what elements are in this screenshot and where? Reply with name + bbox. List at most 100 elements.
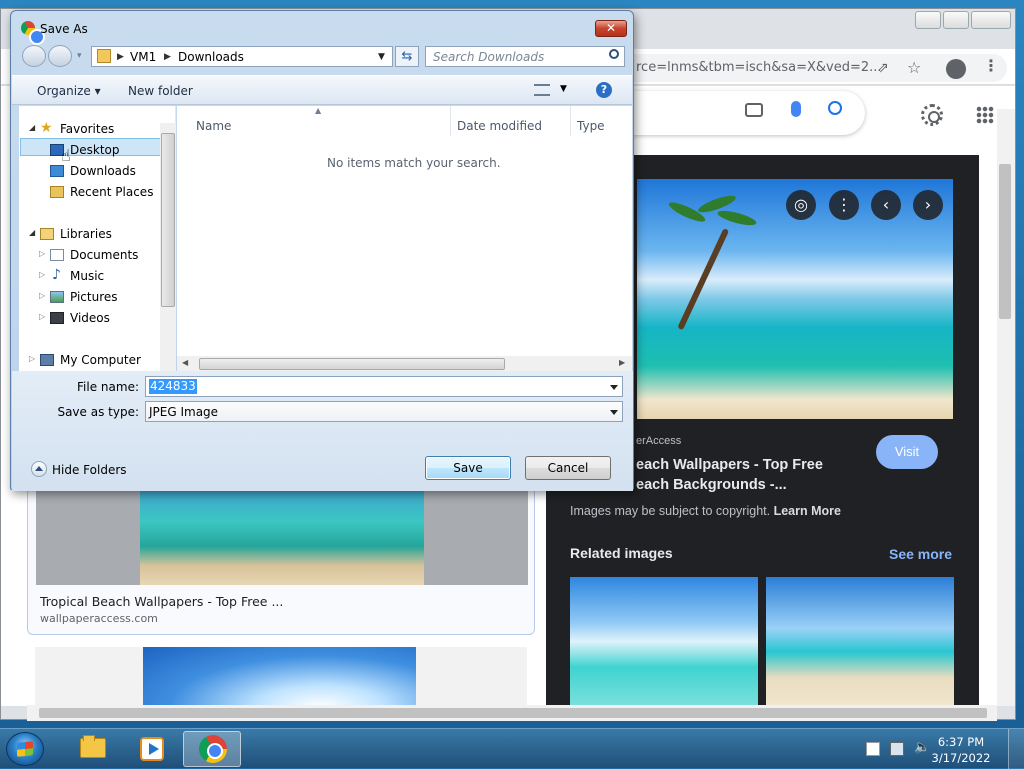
tree-scroll-thumb[interactable] bbox=[161, 133, 175, 307]
horizontal-scroll-thumb[interactable] bbox=[39, 708, 987, 718]
column-type[interactable]: Type bbox=[577, 119, 605, 133]
expand-arrow-icon[interactable]: ▷ bbox=[29, 354, 35, 363]
tree-item-downloads[interactable]: Downloads bbox=[70, 164, 136, 178]
preview-title-line2[interactable]: each Backgrounds -... bbox=[636, 477, 787, 493]
search-icon[interactable] bbox=[828, 101, 842, 115]
breadcrumb-vm1[interactable]: VM1 bbox=[130, 50, 156, 64]
tree-item-libraries[interactable]: Libraries bbox=[60, 227, 112, 241]
tree-item-recent-places[interactable]: Recent Places bbox=[70, 185, 153, 199]
clock[interactable]: 6:37 PM 3/17/2022 bbox=[924, 734, 998, 766]
preview-title-line1[interactable]: each Wallpapers - Top Free bbox=[636, 457, 823, 473]
lens-icon[interactable]: ◎ bbox=[786, 190, 816, 220]
search-icon[interactable] bbox=[609, 49, 619, 59]
microphone-icon[interactable] bbox=[791, 101, 801, 117]
collapse-arrow-icon[interactable]: ◢ bbox=[29, 228, 35, 237]
breadcrumb-downloads[interactable]: Downloads bbox=[178, 50, 244, 64]
forward-button[interactable] bbox=[48, 45, 72, 67]
dialog-close-button[interactable]: ✕ bbox=[595, 20, 627, 37]
scroll-left-icon[interactable]: ◀ bbox=[182, 358, 188, 367]
profile-avatar-icon[interactable] bbox=[946, 59, 966, 79]
empty-message: No items match your search. bbox=[327, 156, 501, 170]
start-button[interactable] bbox=[6, 732, 44, 766]
tree-item-my-computer[interactable]: My Computer bbox=[60, 353, 141, 367]
vertical-scrollbar[interactable] bbox=[997, 109, 1015, 706]
save-type-dropdown-icon[interactable] bbox=[610, 410, 618, 415]
maximize-button[interactable] bbox=[943, 11, 969, 29]
result-image[interactable] bbox=[36, 488, 528, 585]
save-type-select[interactable]: JPEG Image bbox=[145, 401, 623, 422]
network-icon[interactable] bbox=[890, 742, 904, 756]
learn-more-link[interactable]: Learn More bbox=[774, 504, 841, 518]
taskbar: 🔈 6:37 PM 3/17/2022 bbox=[0, 728, 1024, 769]
view-options-icon[interactable] bbox=[534, 84, 550, 96]
expand-arrow-icon[interactable]: ▷ bbox=[39, 291, 45, 300]
vertical-scroll-thumb[interactable] bbox=[999, 164, 1011, 319]
tree-item-videos[interactable]: Videos bbox=[70, 311, 110, 325]
cancel-button[interactable]: Cancel bbox=[525, 456, 611, 480]
recent-locations-icon[interactable]: ▾ bbox=[77, 51, 82, 61]
tree-item-desktop[interactable]: Desktop bbox=[70, 143, 120, 157]
visit-button[interactable]: Visit bbox=[876, 435, 938, 469]
view-dropdown-icon[interactable]: ▼ bbox=[560, 84, 567, 94]
action-center-icon[interactable] bbox=[866, 742, 880, 756]
tree-item-pictures[interactable]: Pictures bbox=[70, 290, 118, 304]
horizontal-scrollbar[interactable] bbox=[27, 705, 997, 721]
tree-item-music[interactable]: Music bbox=[70, 269, 104, 283]
list-scroll-thumb[interactable] bbox=[199, 358, 505, 370]
computer-icon bbox=[40, 354, 54, 366]
tree-item-documents[interactable]: Documents bbox=[70, 248, 138, 262]
share-icon[interactable]: ⇗ bbox=[877, 60, 889, 76]
column-date-modified[interactable]: Date modified bbox=[457, 119, 542, 133]
expand-arrow-icon[interactable]: ▷ bbox=[39, 249, 45, 258]
documents-icon bbox=[50, 249, 64, 261]
taskbar-chrome[interactable] bbox=[183, 731, 241, 767]
save-button[interactable]: Save bbox=[425, 456, 511, 480]
previous-image-icon[interactable]: ‹ bbox=[871, 190, 901, 220]
more-options-icon[interactable]: ⋮ bbox=[829, 190, 859, 220]
hide-folders-icon[interactable] bbox=[31, 461, 47, 477]
collapse-arrow-icon[interactable]: ◢ bbox=[29, 123, 35, 132]
back-button[interactable] bbox=[22, 45, 46, 67]
copyright-text: Images may be subject to copyright. bbox=[570, 504, 771, 518]
pictures-icon bbox=[50, 291, 64, 303]
search-downloads-input[interactable]: Search Downloads bbox=[425, 46, 625, 67]
minimize-button[interactable] bbox=[915, 11, 941, 29]
image-result-card[interactable] bbox=[35, 647, 527, 707]
sort-arrow-icon: ▲ bbox=[315, 106, 322, 115]
help-icon[interactable]: ? bbox=[596, 82, 612, 98]
camera-icon[interactable] bbox=[745, 103, 763, 117]
show-desktop-button[interactable] bbox=[1008, 729, 1024, 769]
close-window-button[interactable] bbox=[971, 11, 1011, 29]
new-folder-button[interactable]: New folder bbox=[128, 84, 193, 98]
settings-gear-icon[interactable] bbox=[921, 104, 943, 126]
tree-item-favorites[interactable]: Favorites bbox=[60, 122, 114, 136]
list-horizontal-scrollbar[interactable]: ◀ ▶ bbox=[177, 356, 632, 372]
folder-icon bbox=[97, 49, 111, 63]
expand-arrow-icon[interactable]: ▷ bbox=[39, 270, 45, 279]
google-apps-icon[interactable] bbox=[976, 106, 994, 124]
next-image-icon[interactable]: › bbox=[913, 190, 943, 220]
hide-folders-link[interactable]: Hide Folders bbox=[52, 463, 127, 477]
refresh-button[interactable]: ⇆ bbox=[395, 46, 419, 67]
preview-image[interactable]: ◎ ⋮ ‹ › bbox=[637, 179, 953, 419]
taskbar-explorer[interactable] bbox=[62, 731, 120, 767]
related-image-1[interactable] bbox=[570, 577, 758, 706]
browser-menu-icon[interactable]: ⋮ bbox=[983, 56, 999, 75]
scroll-right-icon[interactable]: ▶ bbox=[619, 358, 625, 367]
column-name[interactable]: Name bbox=[196, 119, 231, 133]
taskbar-media-player[interactable] bbox=[122, 731, 180, 767]
expand-arrow-icon[interactable]: ▷ bbox=[39, 312, 45, 321]
related-image-2[interactable] bbox=[766, 577, 954, 706]
address-dropdown-icon[interactable]: ▼ bbox=[378, 52, 385, 62]
file-name-input[interactable]: 424833 bbox=[145, 376, 623, 397]
tree-scrollbar[interactable] bbox=[160, 123, 176, 371]
result-title[interactable]: Tropical Beach Wallpapers - Top Free ... bbox=[40, 594, 283, 609]
address-breadcrumb[interactable]: ▶ VM1 ▶ Downloads ▼ bbox=[91, 46, 393, 67]
file-name-dropdown-icon[interactable] bbox=[610, 385, 618, 390]
image-result-card[interactable]: Tropical Beach Wallpapers - Top Free ...… bbox=[27, 487, 535, 635]
palm-tree bbox=[677, 228, 730, 331]
bookmark-star-icon[interactable]: ☆ bbox=[907, 58, 921, 77]
organize-menu[interactable]: Organize ▾ bbox=[37, 84, 101, 98]
see-more-link[interactable]: See more bbox=[889, 546, 952, 562]
address-bar[interactable]: rce=lnms&tbm=isch&sa=X&ved=2... ⇗ ☆ bbox=[581, 54, 1007, 82]
